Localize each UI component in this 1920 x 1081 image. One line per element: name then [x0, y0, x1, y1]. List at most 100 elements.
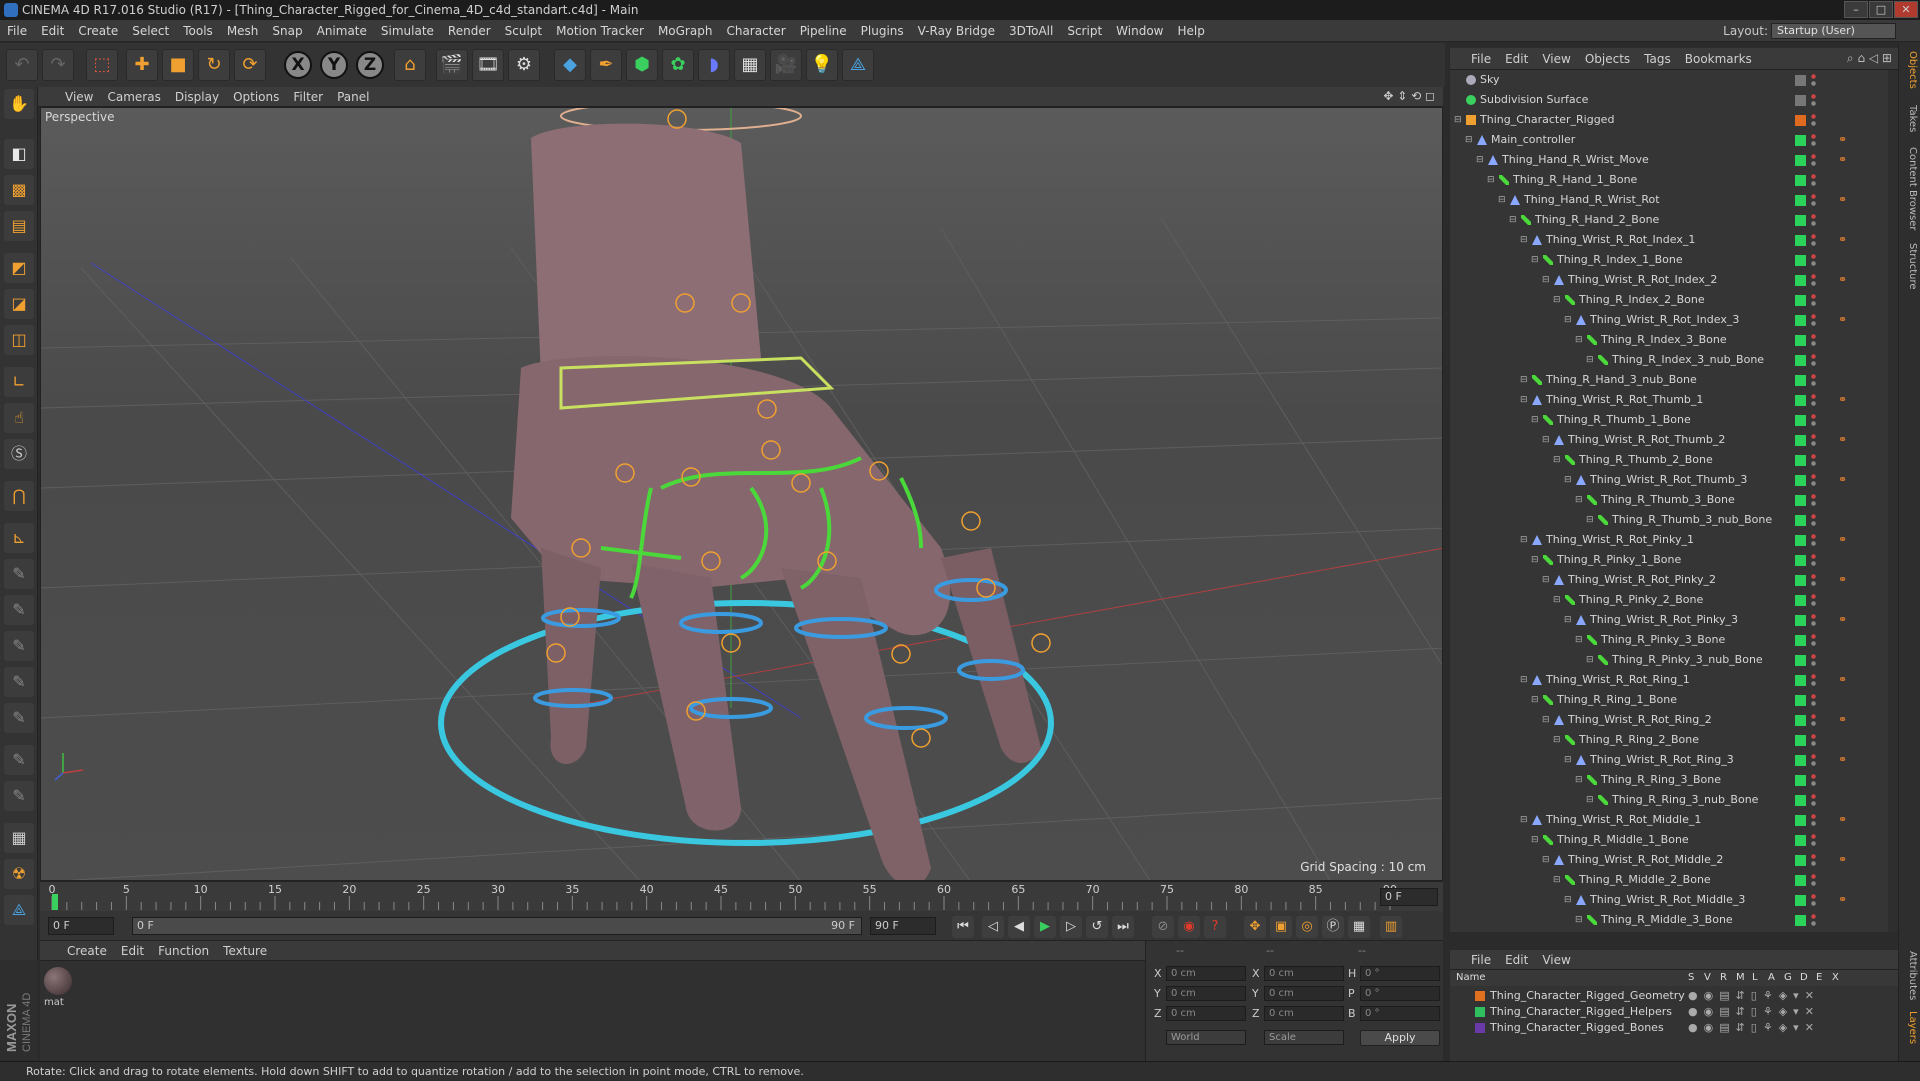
- tree-expand-icon[interactable]: ⊟: [1531, 410, 1539, 430]
- object-tree-row[interactable]: ⊟ Thing_R_Ring_1_Bone: [1450, 690, 1898, 710]
- tree-expand-icon[interactable]: ⊟: [1575, 910, 1583, 930]
- tree-expand-icon[interactable]: ⊟: [1476, 150, 1484, 170]
- play-icon[interactable]: ▶: [1034, 916, 1056, 938]
- object-tree-row[interactable]: ⊟ Thing_R_Middle_2_Bone: [1450, 870, 1898, 890]
- viewport-nav-icons[interactable]: ✥ ⇕ ⟲ ◻: [1383, 89, 1435, 103]
- visibility-dots[interactable]: [1811, 913, 1816, 927]
- coordinate-space-dropdown[interactable]: World: [1166, 1030, 1246, 1045]
- material-name[interactable]: mat: [44, 997, 64, 1008]
- menu-animate[interactable]: Animate: [310, 20, 374, 42]
- menu-script[interactable]: Script: [1060, 20, 1109, 42]
- visibility-dots[interactable]: [1811, 153, 1816, 167]
- material-swatch[interactable]: [44, 967, 72, 995]
- layer-color-tag[interactable]: [1795, 335, 1806, 346]
- visibility-dots[interactable]: [1811, 253, 1816, 267]
- visibility-dots[interactable]: [1811, 673, 1816, 687]
- light-icon[interactable]: 💡: [806, 49, 838, 81]
- visibility-dots[interactable]: [1811, 853, 1816, 867]
- material-menu-edit[interactable]: Edit: [114, 941, 151, 961]
- tree-expand-icon[interactable]: ⊟: [1564, 610, 1572, 630]
- tree-expand-icon[interactable]: ⊟: [1542, 270, 1550, 290]
- timeline-ruler[interactable]: 051015202530354045505560657075808590 0 F: [40, 881, 1443, 911]
- start-frame-field[interactable]: 0 F: [48, 917, 114, 935]
- points-mode-icon[interactable]: ◩: [4, 253, 34, 283]
- camera-icon[interactable]: 🎥: [770, 49, 802, 81]
- python-icon[interactable]: ⟁: [842, 49, 874, 81]
- object-tree-row[interactable]: ⊟ Thing_R_Index_3_Bone: [1450, 330, 1898, 350]
- layer-color-tag[interactable]: [1795, 175, 1806, 186]
- menu-motion-tracker[interactable]: Motion Tracker: [549, 20, 651, 42]
- layer-color-tag[interactable]: [1795, 815, 1806, 826]
- object-tree-row[interactable]: ⊟ Thing_R_Hand_2_Bone: [1450, 210, 1898, 230]
- ik-tag-icon[interactable]: ⚭: [1838, 194, 1852, 206]
- layer-color-tag[interactable]: [1795, 535, 1806, 546]
- tree-expand-icon[interactable]: ⊟: [1465, 130, 1473, 150]
- visibility-dots[interactable]: [1811, 433, 1816, 447]
- objects-menu-objects[interactable]: Objects: [1578, 48, 1637, 70]
- menu-help[interactable]: Help: [1170, 20, 1211, 42]
- close-button[interactable]: ✕: [1894, 1, 1918, 18]
- tree-expand-icon[interactable]: ⊟: [1487, 170, 1495, 190]
- menu-select[interactable]: Select: [125, 20, 176, 42]
- object-tree-row[interactable]: ⊟ Thing_Wrist_R_Rot_Pinky_2 ⚭: [1450, 570, 1898, 590]
- tree-expand-icon[interactable]: ⊟: [1575, 330, 1583, 350]
- ik-tag-icon[interactable]: ⚭: [1838, 574, 1852, 586]
- next-frame-icon[interactable]: ▷: [1060, 916, 1082, 938]
- paint-tool-2-icon[interactable]: ✎: [4, 595, 34, 625]
- axis-y-lock-button[interactable]: Y: [320, 51, 348, 79]
- layer-color-tag[interactable]: [1795, 375, 1806, 386]
- layer-color-tag[interactable]: [1795, 555, 1806, 566]
- menu-edit[interactable]: Edit: [34, 20, 71, 42]
- layer-color-tag[interactable]: [1795, 455, 1806, 466]
- visibility-dots[interactable]: [1811, 293, 1816, 307]
- visibility-dots[interactable]: [1811, 613, 1816, 627]
- go-to-start-icon[interactable]: ⏮: [952, 916, 974, 938]
- viewport-menu-view[interactable]: View: [58, 87, 100, 107]
- visibility-dots[interactable]: [1811, 193, 1816, 207]
- paint-tool-1-icon[interactable]: ✎: [4, 559, 34, 589]
- keyframe-help-icon[interactable]: ?: [1204, 916, 1226, 938]
- object-tree-row[interactable]: ⊟ Thing_R_Middle_1_Bone: [1450, 830, 1898, 850]
- paint-tool-6-icon[interactable]: ✎: [4, 745, 34, 775]
- visibility-dots[interactable]: [1811, 413, 1816, 427]
- go-to-end-icon[interactable]: ⏭: [1112, 916, 1134, 938]
- menu-snap[interactable]: Snap: [265, 20, 309, 42]
- object-tree-row[interactable]: ⊟ Thing_Hand_R_Wrist_Rot ⚭: [1450, 190, 1898, 210]
- visibility-dots[interactable]: [1811, 513, 1816, 527]
- object-tree-row[interactable]: ⊟ Thing_Hand_R_Wrist_Move ⚭: [1450, 150, 1898, 170]
- menu-mesh[interactable]: Mesh: [220, 20, 266, 42]
- ik-tag-icon[interactable]: ⚭: [1838, 314, 1852, 326]
- layer-color-tag[interactable]: [1795, 75, 1806, 86]
- prev-key-icon[interactable]: ◁: [982, 916, 1004, 938]
- object-tree-row[interactable]: ⊟ Thing_R_Ring_3_Bone: [1450, 770, 1898, 790]
- layer-color-tag[interactable]: [1795, 915, 1806, 926]
- visibility-dots[interactable]: [1811, 373, 1816, 387]
- object-tree-row[interactable]: ⊟ Thing_R_Index_3_nub_Bone: [1450, 350, 1898, 370]
- visibility-dots[interactable]: [1811, 113, 1816, 127]
- tree-expand-icon[interactable]: ⊟: [1586, 790, 1594, 810]
- visibility-dots[interactable]: [1811, 213, 1816, 227]
- tree-expand-icon[interactable]: ⊟: [1575, 770, 1583, 790]
- key-scale-icon[interactable]: ▣: [1270, 916, 1292, 938]
- layer-color-tag[interactable]: [1795, 655, 1806, 666]
- material-menu-texture[interactable]: Texture: [216, 941, 274, 961]
- menu-create[interactable]: Create: [71, 20, 125, 42]
- paint-tool-3-icon[interactable]: ✎: [4, 631, 34, 661]
- layer-toggles[interactable]: ●◉▤⇵▯⚘◈▾✕: [1688, 988, 1820, 1004]
- object-tree-row[interactable]: ⊟ Thing_Wrist_R_Rot_Pinky_3 ⚭: [1450, 610, 1898, 630]
- tab-layers[interactable]: Layers: [1902, 1011, 1918, 1044]
- objects-menu-view[interactable]: View: [1535, 48, 1577, 70]
- ik-tag-icon[interactable]: ⚭: [1838, 674, 1852, 686]
- axis-x-lock-button[interactable]: X: [284, 51, 312, 79]
- visibility-dots[interactable]: [1811, 533, 1816, 547]
- playhead-marker[interactable]: [52, 894, 58, 910]
- tree-expand-icon[interactable]: ⊟: [1531, 250, 1539, 270]
- layer-color-tag[interactable]: [1795, 195, 1806, 206]
- current-frame-field[interactable]: 0 F: [1380, 888, 1438, 906]
- menu-vray-bridge[interactable]: V-Ray Bridge: [911, 20, 1002, 42]
- frame-range-slider[interactable]: 0 F 90 F: [132, 917, 862, 935]
- magnet-icon[interactable]: ⋂: [4, 481, 34, 511]
- layer-color-tag[interactable]: [1795, 615, 1806, 626]
- autokey-icon[interactable]: ⊘: [1152, 916, 1174, 938]
- visibility-dots[interactable]: [1811, 893, 1816, 907]
